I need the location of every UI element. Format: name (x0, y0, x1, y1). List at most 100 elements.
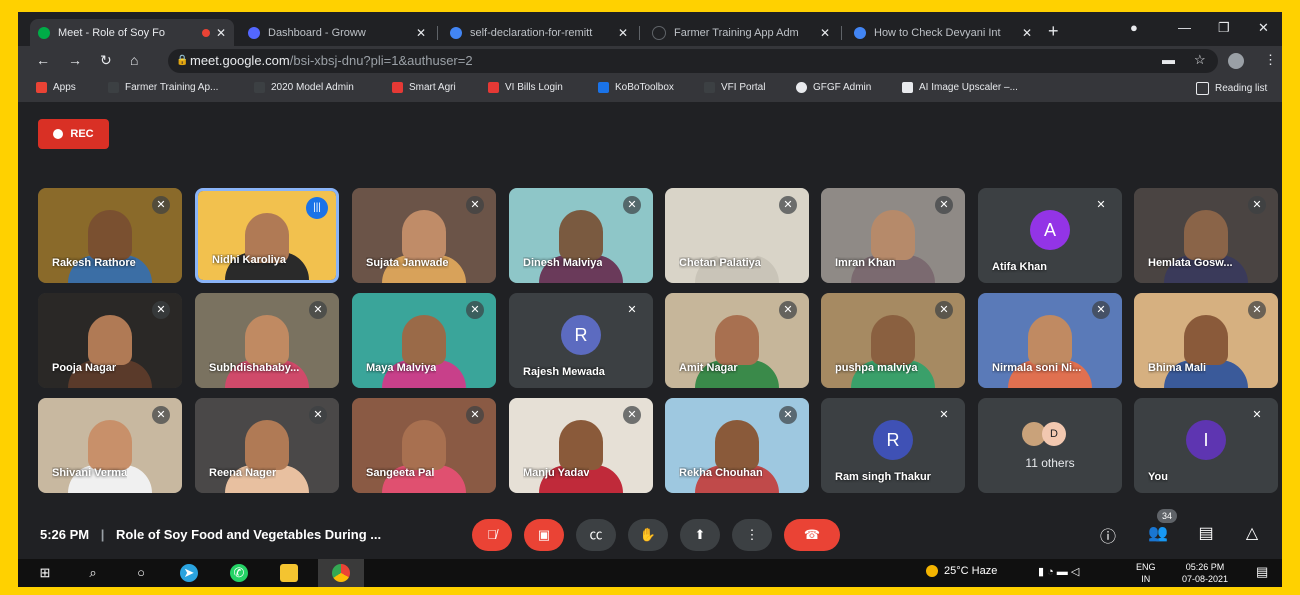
cortana-icon[interactable]: ○ (132, 564, 150, 582)
close-tab-icon[interactable]: ✕ (618, 26, 628, 40)
tab-strip: Meet - Role of Soy Fo ✕ Dashboard - Grow… (18, 12, 1282, 46)
reload-icon[interactable]: ↻ (100, 52, 112, 69)
participant-tile[interactable]: I You ✕ (1134, 398, 1278, 493)
mic-muted-icon: ✕ (935, 196, 953, 214)
participant-tile[interactable]: Reena Nager ✕ (195, 398, 339, 493)
image-icon (902, 82, 913, 93)
participant-tile[interactable]: Nirmala soni Ni... ✕ (978, 293, 1122, 388)
bookmark-2020-model-admin[interactable]: 2020 Model Admin (254, 82, 354, 93)
leave-call-button[interactable]: ☎ (784, 519, 840, 551)
kobo-icon (598, 82, 609, 93)
person-head (402, 420, 446, 470)
telegram-icon[interactable]: ➤ (180, 564, 198, 582)
bookmark-ai-upscaler[interactable]: AI Image Upscaler –... (902, 82, 1018, 93)
bookmarks-bar: Apps Farmer Training Ap... 2020 Model Ad… (18, 76, 1282, 103)
close-tab-icon[interactable]: ✕ (1022, 26, 1032, 40)
participant-tile[interactable]: Dinesh Malviya ✕ (509, 188, 653, 283)
chrome-taskbar-button[interactable] (318, 559, 364, 587)
restore-button[interactable]: ❐ (1218, 20, 1230, 36)
close-window-button[interactable]: ✕ (1258, 20, 1269, 36)
tab-self-declaration[interactable]: self-declaration-for-remitt ✕ (442, 19, 636, 46)
people-icon[interactable]: 👥 (1146, 523, 1170, 543)
participant-tile[interactable]: Sujata Janwade ✕ (352, 188, 496, 283)
participant-name: Atifa Khan (992, 261, 1047, 273)
bookmark-gfgf-admin[interactable]: GFGF Admin (796, 82, 871, 93)
profile-avatar[interactable] (1228, 53, 1244, 69)
windows-taskbar: ⊞ ⌕ ○ ➤ ✆ 25°C Haze ▮ ◔ ▬ ◁ ENG IN 05:26… (18, 559, 1282, 587)
meeting-details-icon[interactable]: ⓘ (1096, 523, 1120, 547)
clock[interactable]: 05:26 PM 07-08-2021 (1176, 561, 1234, 585)
captions-button[interactable]: ㏄ (576, 519, 616, 551)
url-host: meet.google.com (190, 53, 290, 68)
more-options-button[interactable]: ⋮ (732, 519, 772, 551)
participant-avatar: A (1030, 210, 1070, 250)
participant-tile[interactable]: pushpa malviya ✕ (821, 293, 965, 388)
screen: Meet - Role of Soy Fo ✕ Dashboard - Grow… (18, 12, 1282, 587)
close-tab-icon[interactable]: ✕ (216, 26, 226, 40)
file-explorer-icon[interactable] (280, 564, 298, 582)
windows-icon[interactable]: ⊞ (36, 564, 54, 582)
input-language[interactable]: ENG IN (1136, 561, 1156, 585)
raise-hand-button[interactable]: ✋ (628, 519, 668, 551)
present-screen-button[interactable]: ⬆ (680, 519, 720, 551)
forward-arrow-icon[interactable]: → (68, 52, 82, 68)
participant-tile[interactable]: Pooja Nagar ✕ (38, 293, 182, 388)
mic-off-button[interactable]: 🎙̸ (472, 519, 512, 551)
back-arrow-icon[interactable]: ← (36, 52, 50, 68)
person-head (245, 420, 289, 470)
participant-tile[interactable]: Bhima Mali ✕ (1134, 293, 1278, 388)
person-head (715, 420, 759, 470)
bookmark-apps[interactable]: Apps (36, 82, 76, 93)
participant-tile[interactable]: R Ram singh Thakur ✕ (821, 398, 965, 493)
bookmark-kobotoolbox[interactable]: KoBoToolbox (598, 82, 674, 93)
mic-muted-icon: ✕ (466, 196, 484, 214)
participant-tile[interactable]: D 11 others (978, 398, 1122, 493)
participant-tile[interactable]: Manju Yadav ✕ (509, 398, 653, 493)
participant-tile[interactable]: Shivani Verma ✕ (38, 398, 182, 493)
bookmark-vi-bills[interactable]: VI Bills Login (488, 82, 563, 93)
participant-name: Sangeeta Pal (366, 467, 435, 479)
minimize-button[interactable]: — (1178, 20, 1191, 35)
cast-icon[interactable]: ▬ (1162, 52, 1175, 67)
close-tab-icon[interactable]: ✕ (820, 26, 830, 40)
search-icon[interactable]: ⌕ (84, 564, 102, 582)
new-tab-button[interactable]: + (1048, 21, 1059, 42)
participant-tile[interactable]: Rakesh Rathore ✕ (38, 188, 182, 283)
participant-tile[interactable]: Imran Khan ✕ (821, 188, 965, 283)
reading-list-button[interactable]: Reading list (1196, 82, 1267, 95)
gmail-icon (488, 82, 499, 93)
participant-tile[interactable]: Subhdishababy... ✕ (195, 293, 339, 388)
whatsapp-icon[interactable]: ✆ (230, 564, 248, 582)
home-icon[interactable]: ⌂ (130, 52, 138, 68)
participant-tile[interactable]: Sangeeta Pal ✕ (352, 398, 496, 493)
participant-tile[interactable]: Maya Malviya ✕ (352, 293, 496, 388)
address-bar[interactable]: 🔒 meet.google.com/bsi-xbsj-dnu?pli=1&aut… (168, 49, 1218, 73)
mic-muted-icon: ✕ (779, 301, 797, 319)
bookmark-star-icon[interactable]: ☆ (1194, 52, 1206, 68)
participant-tile[interactable]: Amit Nagar ✕ (665, 293, 809, 388)
tab-groww[interactable]: Dashboard - Groww ✕ (240, 19, 434, 46)
tab-devyani[interactable]: How to Check Devyani Int ✕ (846, 19, 1040, 46)
meet-control-bar: 5:26 PM | Role of Soy Food and Vegetable… (18, 509, 1282, 559)
profile-dot-icon[interactable]: ● (1130, 20, 1138, 35)
participant-tile[interactable]: A Atifa Khan ✕ (978, 188, 1122, 283)
menu-kebab-icon[interactable]: ⋮ (1264, 52, 1277, 68)
participant-tile[interactable]: Hemlata Gosw... ✕ (1134, 188, 1278, 283)
close-tab-icon[interactable]: ✕ (416, 26, 426, 40)
participant-tile[interactable]: Chetan Palatiya ✕ (665, 188, 809, 283)
notification-icon[interactable]: ▤ (1256, 564, 1268, 580)
bookmark-smart-agri[interactable]: Smart Agri (392, 82, 456, 93)
camera-off-button[interactable]: ▣ (524, 519, 564, 551)
weather-widget[interactable]: 25°C Haze (926, 565, 997, 578)
tray-icons[interactable]: ▮ ◔ ▬ ◁ (1038, 565, 1079, 578)
participant-tile[interactable]: Rekha Chouhan ✕ (665, 398, 809, 493)
participant-tile[interactable]: Nidhi Karoliya ||| (195, 188, 339, 283)
bookmark-vfi-portal[interactable]: VFI Portal (704, 82, 765, 93)
participant-tile[interactable]: R Rajesh Mewada ✕ (509, 293, 653, 388)
tab-meet[interactable]: Meet - Role of Soy Fo ✕ (30, 19, 234, 46)
tab-farmer-training[interactable]: Farmer Training App Adm ✕ (644, 19, 838, 46)
chat-icon[interactable]: ▤ (1194, 523, 1218, 543)
activities-icon[interactable]: △ (1240, 523, 1264, 543)
mic-muted-icon: ✕ (309, 301, 327, 319)
bookmark-farmer-training[interactable]: Farmer Training Ap... (108, 82, 218, 93)
